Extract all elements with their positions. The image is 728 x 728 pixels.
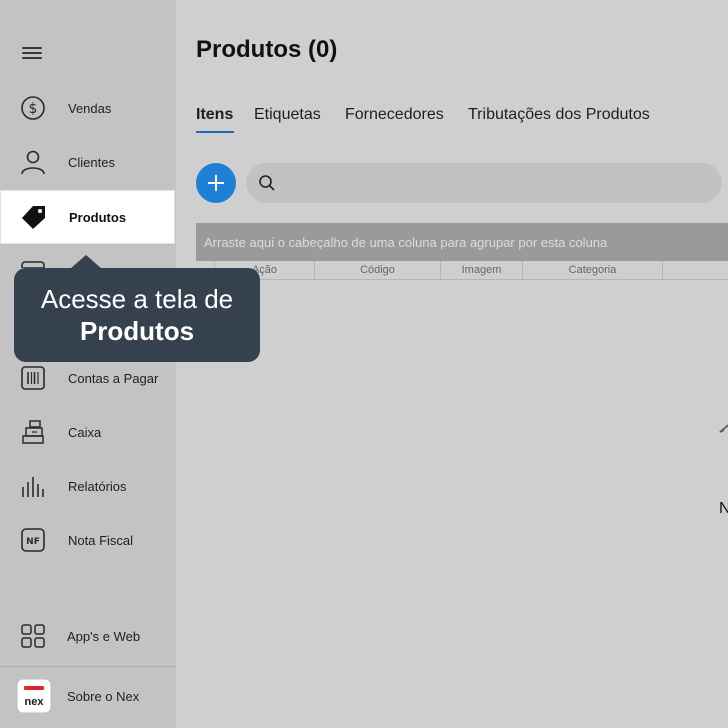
sidebar-item-label: Sobre o Nex: [67, 688, 140, 704]
column-codigo[interactable]: Código: [315, 261, 441, 280]
sidebar-item-clientes[interactable]: Clientes: [0, 136, 176, 188]
sidebar-item-label: Clientes: [68, 154, 115, 170]
apps-grid-icon: [20, 623, 46, 649]
active-tab-indicator: [196, 131, 234, 133]
grid-header: Ação Código Imagem Categoria: [196, 261, 728, 280]
sidebar-item-label: App's e Web: [67, 628, 141, 644]
sidebar-item-relatorios[interactable]: Relatórios: [0, 460, 176, 512]
svg-text:NF: NF: [26, 537, 40, 547]
tab-etiquetas[interactable]: Etiquetas: [254, 106, 321, 124]
sidebar-item-label: Caixa: [68, 424, 102, 440]
dollar-circle-icon: $: [20, 95, 46, 121]
tab-fornecedores[interactable]: Fornecedores: [345, 106, 444, 124]
column-categoria[interactable]: Categoria: [523, 261, 663, 280]
nex-logo-text: nex: [25, 696, 45, 708]
tooltip-line-1: Acesse a tela de: [40, 284, 234, 314]
sidebar: $ Vendas Clientes Produtos Contas a Paga…: [0, 0, 176, 728]
search-icon: [259, 175, 275, 191]
main-content: Produtos (0) Itens Etiquetas Fornecedore…: [176, 0, 728, 728]
sidebar-item-label: Produtos: [69, 209, 127, 225]
empty-state-text: N: [719, 500, 728, 517]
cash-register-icon: [20, 419, 46, 445]
add-product-button[interactable]: [196, 163, 236, 203]
search-bar: [246, 163, 722, 203]
user-icon: [20, 149, 46, 175]
nf-icon: NF: [20, 527, 46, 553]
box-icon: [20, 252, 46, 268]
empty-state-icon: [719, 424, 728, 433]
sidebar-item-apps-web[interactable]: App's e Web: [0, 610, 176, 662]
sidebar-item-label: Contas a Pagar: [68, 370, 159, 386]
sidebar-item-label: Relatórios: [68, 478, 127, 494]
nex-logo: nex: [16, 678, 52, 714]
tag-icon: [21, 204, 47, 230]
tab-tributacoes[interactable]: Tributações dos Produtos: [468, 106, 650, 124]
sidebar-item-produtos[interactable]: Produtos: [1, 191, 174, 243]
page-title: Produtos (0): [196, 36, 338, 63]
tooltip-line-2: Produtos: [79, 316, 195, 346]
barcode-icon: [20, 365, 46, 391]
sidebar-item-vendas[interactable]: $ Vendas: [0, 82, 176, 134]
sidebar-item-caixa[interactable]: Caixa: [0, 406, 176, 458]
plus-icon: [208, 175, 224, 191]
sidebar-divider: [0, 666, 176, 667]
bar-chart-icon: [20, 473, 46, 499]
onboarding-tooltip: Acesse a tela de Produtos: [14, 268, 260, 362]
menu-toggle-icon[interactable]: [22, 44, 44, 62]
column-imagem[interactable]: Imagem: [441, 261, 523, 280]
sidebar-item-sobre[interactable]: nex Sobre o Nex: [0, 670, 176, 722]
sidebar-item-label: Nota Fiscal: [68, 532, 134, 548]
tab-itens[interactable]: Itens: [196, 106, 233, 124]
sidebar-item-label: Vendas: [68, 100, 112, 116]
tooltip-arrow: [70, 255, 102, 269]
sidebar-item-nota-fiscal[interactable]: NF Nota Fiscal: [0, 514, 176, 566]
group-panel-hint: Arraste aqui o cabeçalho de uma coluna p…: [204, 235, 608, 250]
svg-text:$: $: [29, 101, 38, 117]
group-panel: Arraste aqui o cabeçalho de uma coluna p…: [196, 223, 728, 261]
search-input[interactable]: [284, 171, 704, 195]
